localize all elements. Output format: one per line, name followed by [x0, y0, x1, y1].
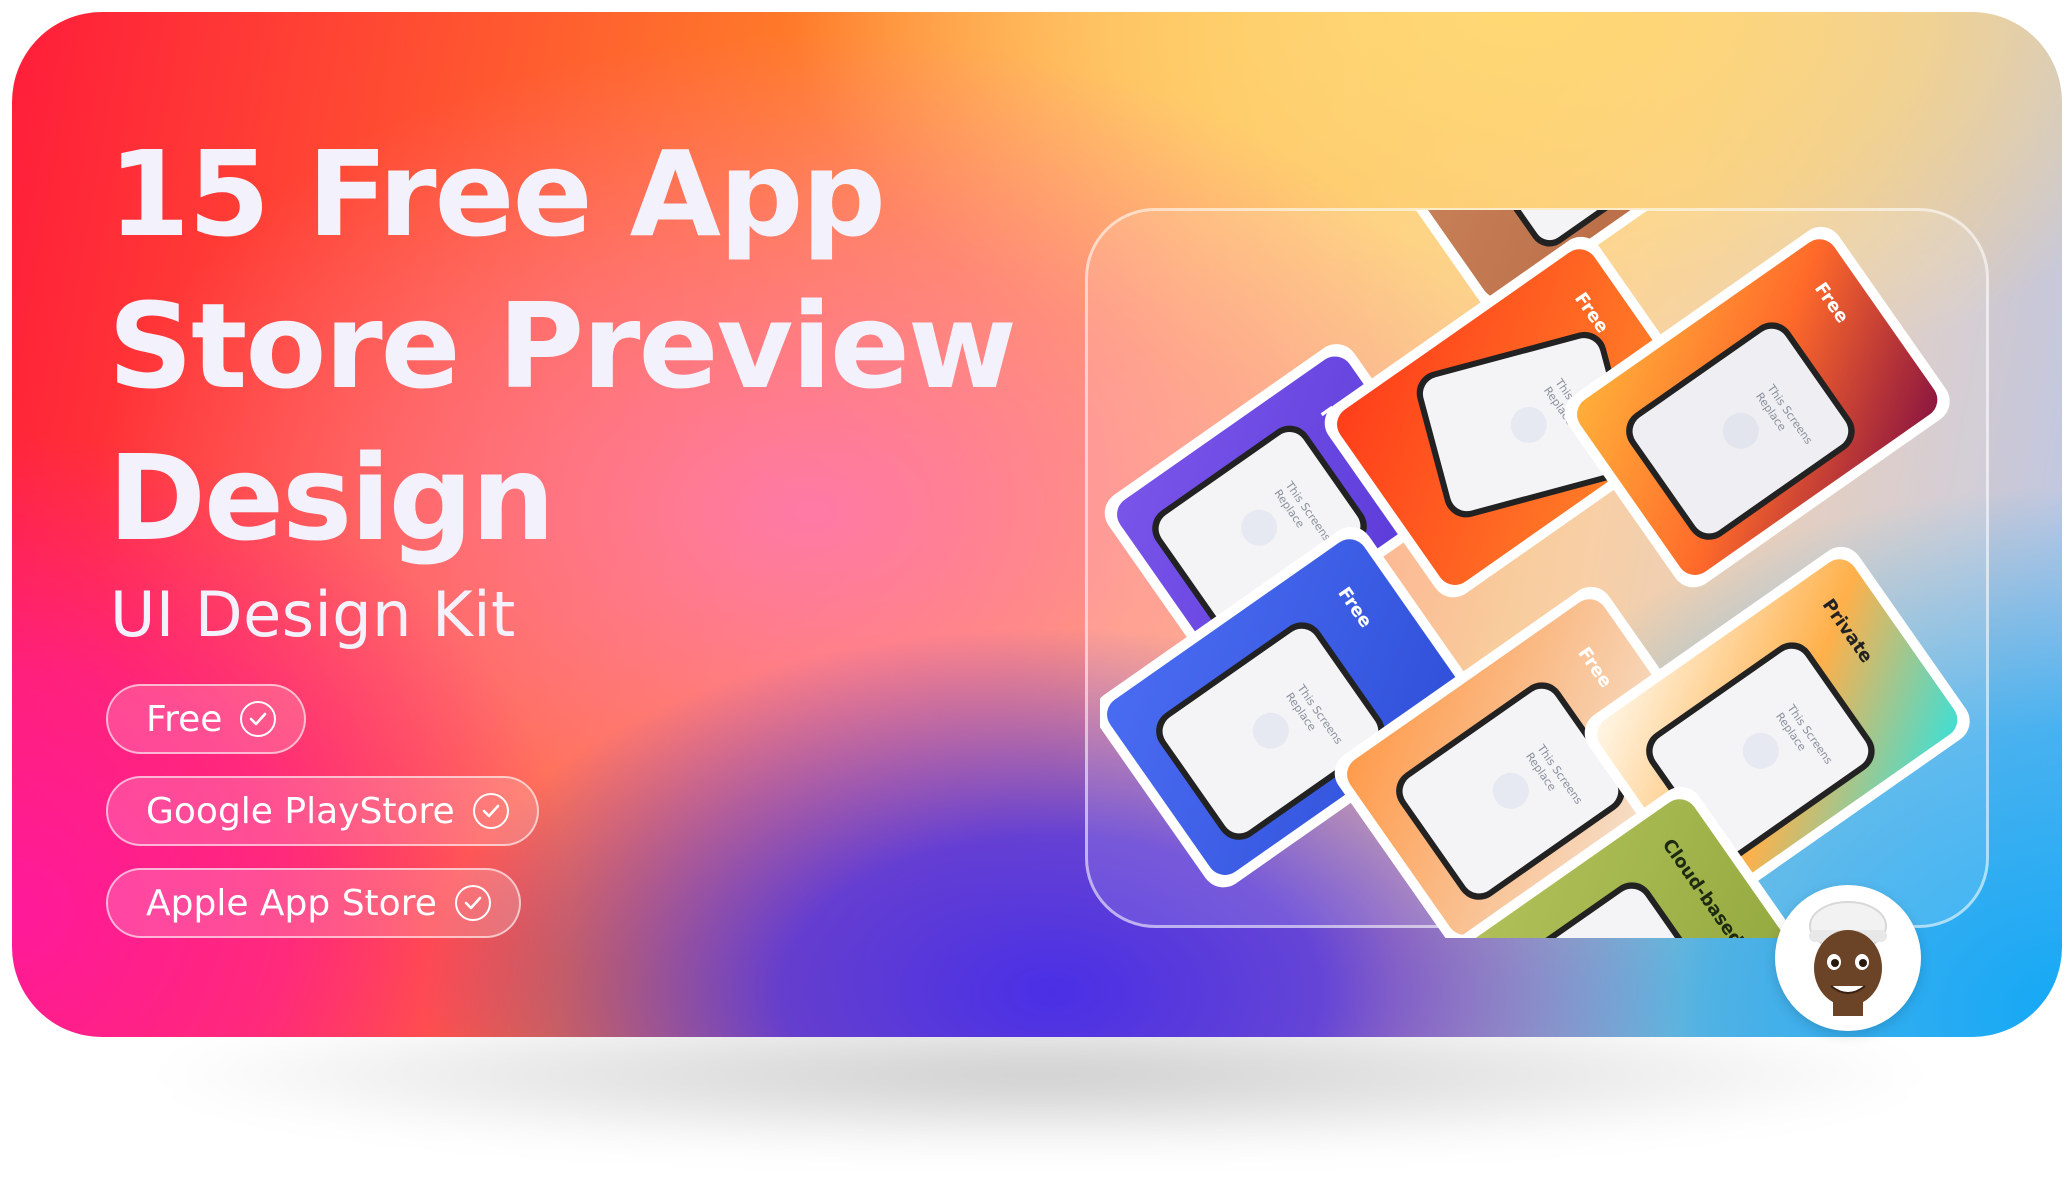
tag-free: Free	[106, 684, 307, 754]
check-circle-icon	[454, 885, 491, 921]
tag-google-playstore: Google PlayStore	[106, 776, 539, 846]
tag-apple-app-store: Apple App Store	[106, 868, 521, 938]
memoji-avatar-icon	[1775, 885, 1921, 1031]
hero-title: 15 Free App Store Preview Design	[108, 125, 1017, 567]
tag-label: Apple App Store	[146, 882, 437, 924]
check-circle-icon	[240, 701, 277, 737]
check-circle-icon	[472, 793, 509, 829]
tag-label: Google PlayStore	[146, 790, 455, 832]
phone-mockups: Free ReplaceThis Screens Free ReplaceThi…	[1100, 210, 1970, 938]
tag-label: Free	[146, 698, 223, 740]
preview-collage: Free ReplaceThis Screens Free ReplaceThi…	[1100, 210, 1970, 938]
hero-subtitle: UI Design Kit	[110, 578, 516, 651]
